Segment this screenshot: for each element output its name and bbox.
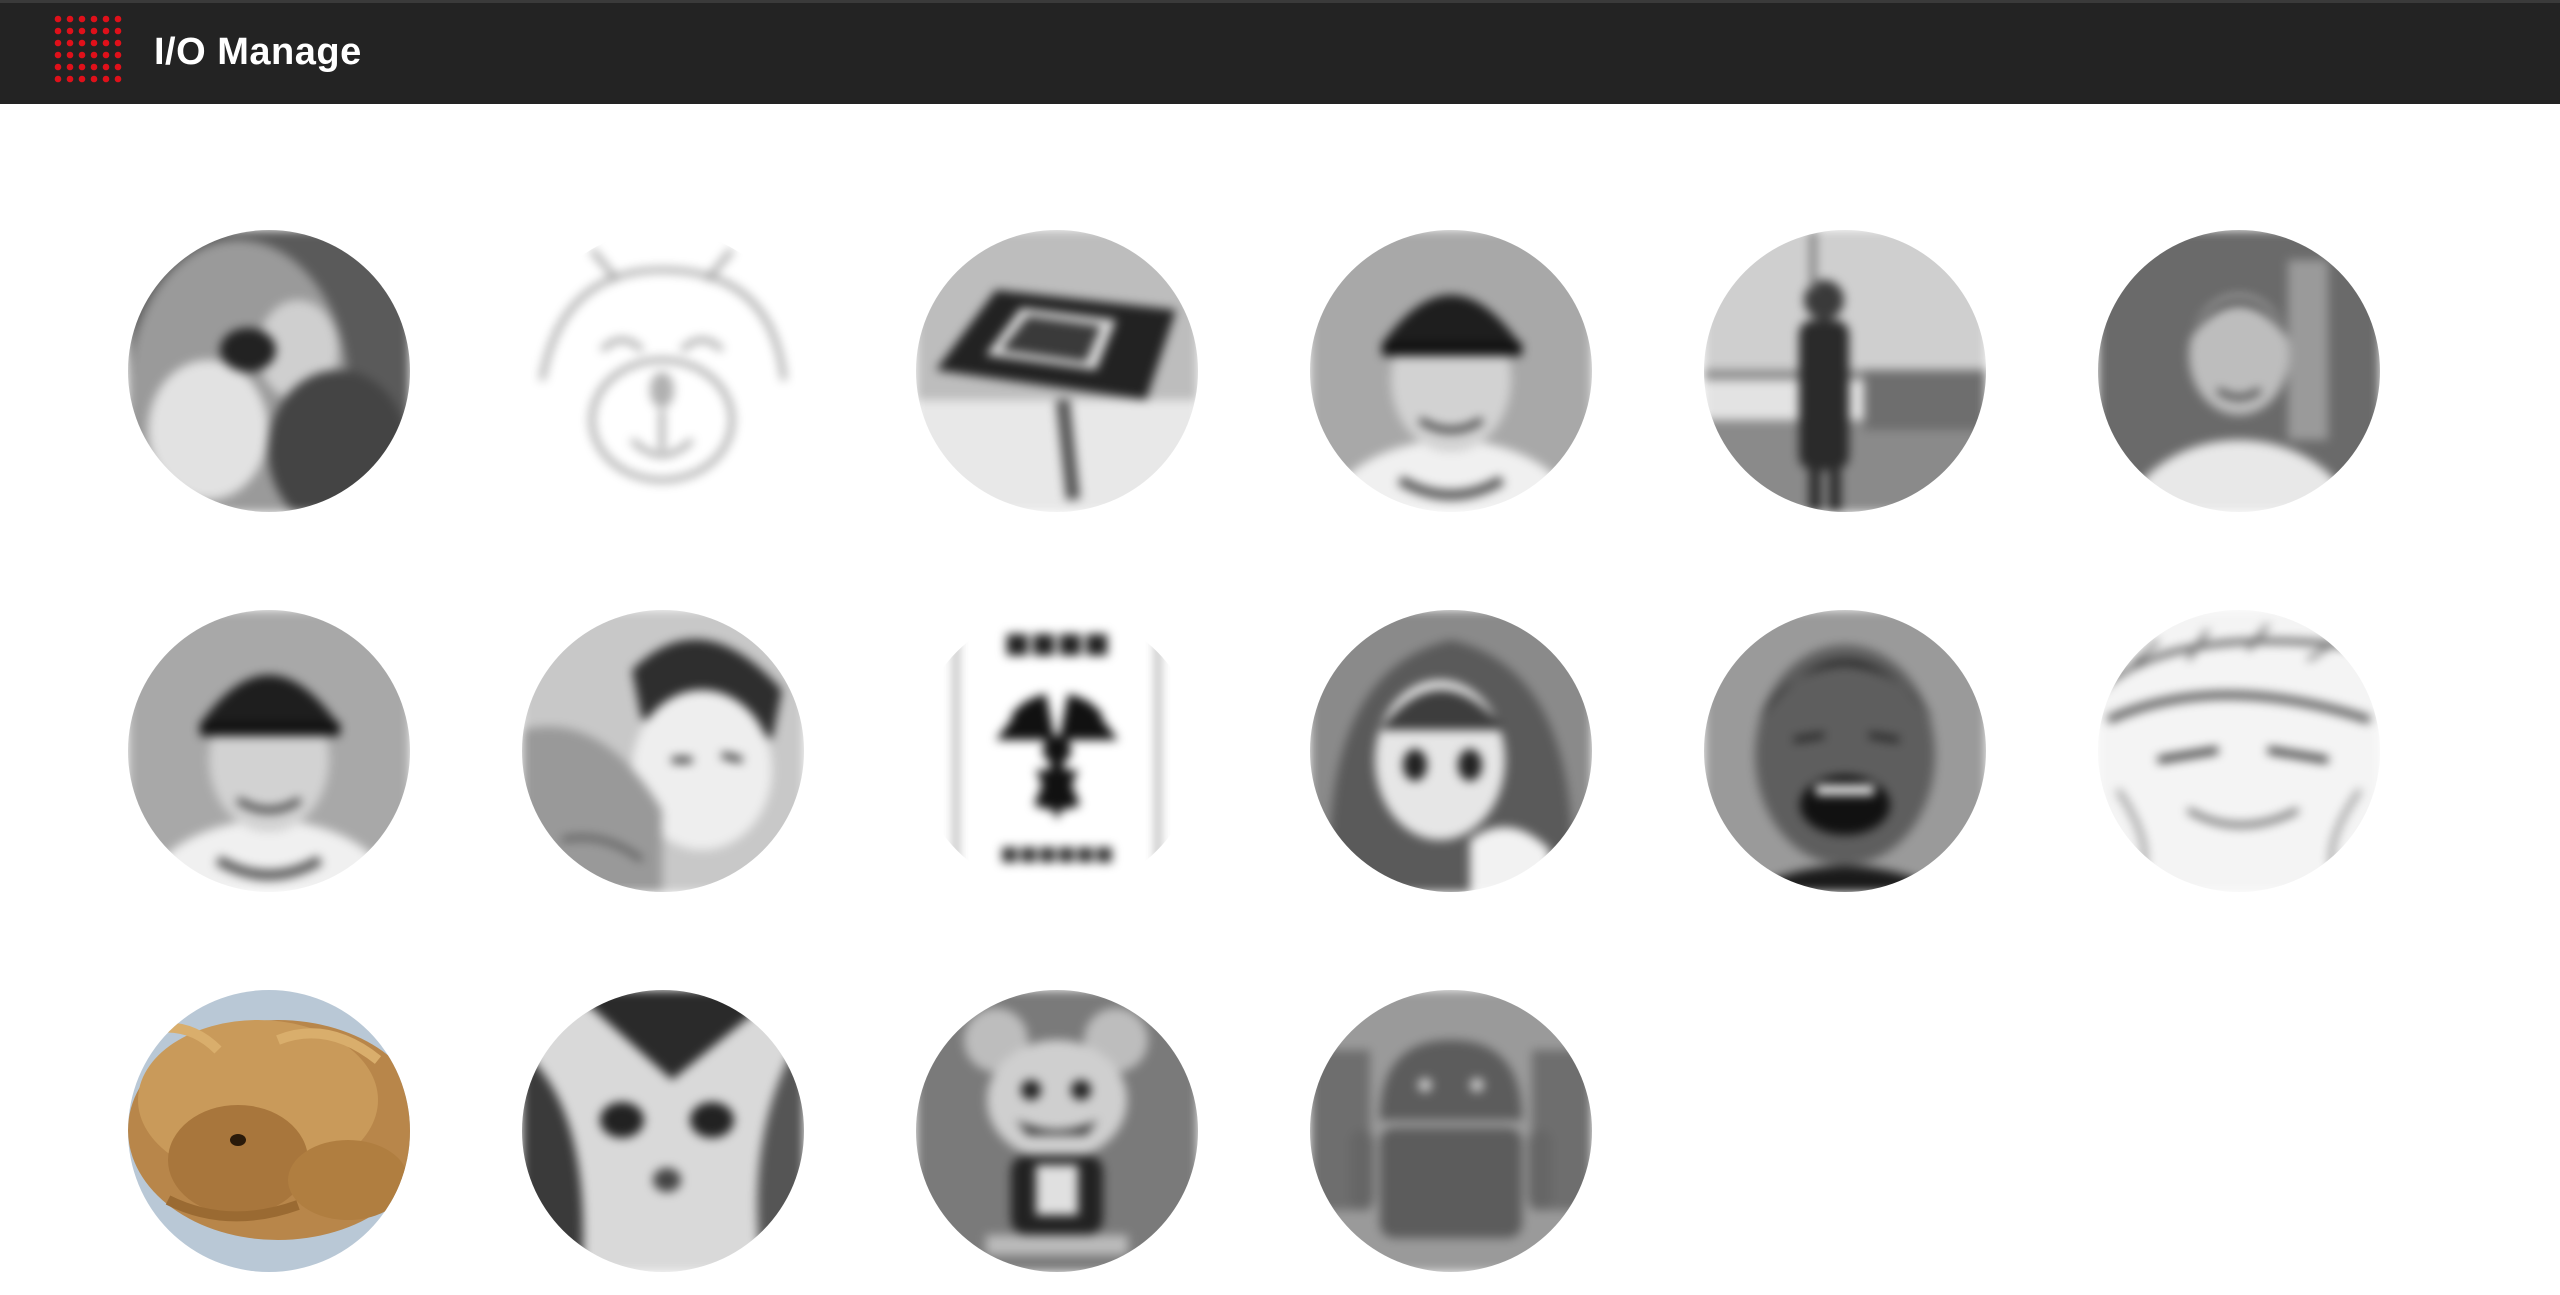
avatar-sketch-drawing[interactable] bbox=[522, 230, 804, 512]
svg-text:■■■■■■: ■■■■■■ bbox=[1000, 841, 1113, 865]
svg-text:■■■■: ■■■■ bbox=[1004, 626, 1110, 659]
cat-face-icon bbox=[522, 990, 804, 1272]
manga-face-icon bbox=[2098, 610, 2380, 892]
plush-toy-icon bbox=[128, 990, 410, 1272]
avatar-mouse-figure[interactable] bbox=[916, 990, 1198, 1272]
avatar-baseball-player[interactable] bbox=[1310, 230, 1592, 512]
cat-photo-icon bbox=[128, 230, 410, 512]
avatar-office-person[interactable] bbox=[2098, 230, 2380, 512]
person-outdoor-icon bbox=[1704, 230, 1986, 512]
android-robot-icon bbox=[1310, 990, 1592, 1272]
app-title[interactable]: I/O Manage bbox=[154, 27, 362, 77]
avatar-anime-character[interactable] bbox=[522, 610, 804, 892]
avatar-android-robot[interactable] bbox=[1310, 990, 1592, 1272]
person-cap-icon bbox=[128, 610, 410, 892]
avatar-manga-sketch[interactable] bbox=[2098, 610, 2380, 892]
bear-sketch-icon bbox=[522, 230, 804, 512]
anime-character-icon bbox=[522, 610, 804, 892]
mouse-figure-icon bbox=[916, 990, 1198, 1272]
tablet-device-icon bbox=[916, 230, 1198, 512]
person-laughing-icon bbox=[1704, 610, 1986, 892]
anime-hood-icon bbox=[1310, 610, 1592, 892]
avatar-tablet-device[interactable] bbox=[916, 230, 1198, 512]
person-shirt-icon bbox=[2098, 230, 2380, 512]
avatar-radiation-sign[interactable]: ■■■■ ■■■■■■ bbox=[916, 610, 1198, 892]
avatar-laughing-man[interactable] bbox=[1704, 610, 1986, 892]
avatar-anime-hood[interactable] bbox=[1310, 610, 1592, 892]
avatar-plush-dog[interactable] bbox=[128, 990, 410, 1272]
avatar-baseball-player-2[interactable] bbox=[128, 610, 410, 892]
app-header: I/O Manage bbox=[0, 0, 2560, 104]
person-cap-icon bbox=[1310, 230, 1592, 512]
red-dot-grid-icon[interactable] bbox=[52, 13, 128, 89]
radiation-symbol-icon: ■■■■ ■■■■■■ bbox=[916, 610, 1198, 892]
avatar-outdoor-person[interactable] bbox=[1704, 230, 1986, 512]
avatar-cat-closeup[interactable] bbox=[522, 990, 804, 1272]
avatar-cat-photo[interactable] bbox=[128, 230, 410, 512]
